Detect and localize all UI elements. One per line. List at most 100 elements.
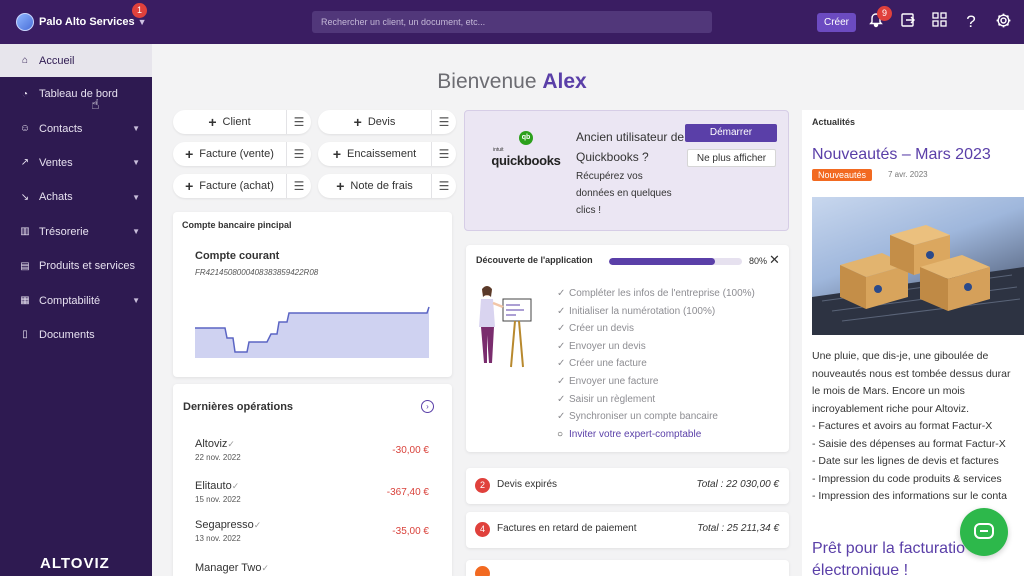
trend-up-icon: ↗ [20,157,30,169]
notification-badge: 9 [877,6,892,21]
plus-icon: + [353,114,362,130]
checklist-label: Créer un devis [569,323,635,334]
chat-button[interactable] [960,508,1008,556]
bank-account-name[interactable]: Compte courant [195,250,279,262]
checklist-label: Compléter les infos de l'entreprise (100… [569,288,755,299]
chevron-down-icon: ▼ [132,124,140,134]
news-line: - Saisie des dépenses au format Factur-X [812,437,1006,450]
sidebar-item-accueil[interactable]: ⌂ Accueil [0,44,152,77]
alert-label: Devis expirés [497,479,558,490]
cart-icon: ▤ [20,260,30,272]
help-icon[interactable]: ? [961,12,981,32]
list-icon[interactable]: ☰ [287,115,311,129]
checklist-item[interactable]: ✓ Saisir un règlement [557,394,655,405]
add-devis-button[interactable]: + Devis [318,110,432,134]
add-encaissement-button[interactable]: + Encaissement [318,142,432,166]
check-icon: ✓ [557,411,566,422]
search-input[interactable] [312,11,712,33]
checklist-item[interactable]: ✓ Créer un devis [557,323,634,334]
chevron-down-icon: ▼ [132,192,140,202]
next-news-line: Prêt pour la facturatio [812,540,965,557]
check-icon: ✓ [557,306,566,317]
sidebar-item-produits-et-services[interactable]: ▤ Produits et services [0,249,152,283]
parcels-on-laptop-illustration [812,225,1024,335]
arrow-right-icon[interactable]: › [421,400,434,413]
company-logo-icon [16,13,34,31]
table-row[interactable]: Elitauto✓ 15 nov. 2022 -367,40 € [195,480,429,516]
circle-icon: ○ [557,429,564,440]
operation-amount: -367,40 € [386,487,429,498]
add-client-button[interactable]: + Client [173,110,287,134]
checklist-item[interactable]: ✓ Créer une facture [557,358,647,369]
checklist-item[interactable]: ✓ Envoyer un devis [557,341,646,352]
check-icon: ✓ [557,288,566,299]
sidebar-item-documents[interactable]: ▯ Documents [0,318,152,352]
company-name: Palo Alto Services [39,16,135,28]
check-icon: ✓ [231,481,240,491]
alert-partial[interactable] [466,560,789,576]
checklist-item[interactable]: ✓ Synchroniser un compte bancaire [557,411,718,422]
check-icon: ✓ [227,439,235,449]
checklist-item[interactable]: ○ Inviter votre expert-comptable [557,429,701,440]
sidebar-item-label: Documents [39,328,95,341]
table-row[interactable]: Manager Two✓ [195,562,429,576]
close-icon[interactable]: ✕ [769,252,780,268]
list-icon[interactable]: ☰ [432,115,456,129]
news-panel: Actualités Nouveautés – Mars 2023 Nouvea… [802,110,1024,576]
gear-icon[interactable] [993,12,1013,32]
create-button[interactable]: Créer [817,13,856,32]
quick-action-encaissement: + Encaissement ☰ [318,142,456,166]
hide-quickbooks-button[interactable]: Ne plus afficher [687,149,776,167]
progress-fill [609,258,716,265]
company-switcher[interactable]: Palo Alto Services ▼ 1 [0,0,152,44]
operations-title: Dernières opérations [183,401,294,413]
list-icon[interactable]: ☰ [287,147,311,161]
table-row[interactable]: Segapresso✓ 13 nov. 2022 -35,00 € [195,519,429,555]
checklist-item[interactable]: ✓ Envoyer une facture [557,376,659,387]
start-import-button[interactable]: Démarrer [685,124,777,142]
alert-count-badge: 4 [475,522,490,537]
quick-action-client: + Client ☰ [173,110,311,134]
list-icon[interactable]: ☰ [287,179,311,193]
quick-action-note-de-frais: + Note de frais ☰ [318,174,456,198]
list-icon[interactable]: ☰ [432,179,456,193]
quick-action-label: Devis [367,116,396,128]
alert-total: Total : 25 211,34 € [697,523,779,534]
next-news-line: électronique ! [812,562,909,576]
plus-icon: + [332,146,342,162]
sidebar-item-label: Tableau de bord [39,88,118,101]
add-facture-vente-button[interactable]: + Facture (vente) [173,142,287,166]
check-icon: ✓ [557,358,566,369]
add-note-de-frais-button[interactable]: + Note de frais [318,174,432,198]
alert-factures-retard[interactable]: 4 Factures en retard de paiement Total :… [466,512,789,548]
logout-icon[interactable] [898,12,918,32]
bank-icon: ▥ [20,226,30,238]
quickbooks-question: Ancien utilisateur de Quickbooks ? [576,130,685,164]
sidebar-item-label: Comptabilité [39,294,101,307]
news-line: - Impression du code produits & services [812,472,1002,485]
checklist-item[interactable]: ✓ Compléter les infos de l'entreprise (10… [557,288,755,299]
sidebar-item-comptabilite[interactable]: ▦ Comptabilité ▼ [0,283,152,317]
quick-action-label: Facture (achat) [199,180,274,192]
checklist-label: Créer une facture [569,358,647,369]
sidebar-item-tresorerie[interactable]: ▥ Trésorerie ▼ [0,215,152,249]
sidebar-item-label: Trésorerie [39,225,89,238]
checklist-item[interactable]: ✓ Initialiser la numérotation (100%) [557,306,715,317]
sidebar-item-contacts[interactable]: ☺ Contacts ▼ [0,111,152,145]
sidebar-item-tableau-de-bord[interactable]: ◔ Tableau de bord [0,77,152,111]
discovery-progress-bar [609,258,742,265]
apps-grid-icon[interactable] [929,12,949,32]
add-facture-achat-button[interactable]: + Facture (achat) [173,174,287,198]
user-icon: ☺ [19,123,31,135]
list-icon[interactable]: ☰ [432,147,456,161]
discovery-title: Découverte de l'application [476,255,593,265]
sidebar-item-ventes[interactable]: ↗ Ventes ▼ [0,146,152,180]
sidebar-item-label: Contacts [39,122,83,135]
news-title[interactable]: Nouveautés – Mars 2023 [812,146,991,164]
home-icon: ⌂ [21,55,29,66]
table-row[interactable]: Altoviz✓ 22 nov. 2022 -30,00 € [195,438,429,474]
alert-devis-expires[interactable]: 2 Devis expirés Total : 22 030,00 € [466,468,789,504]
sidebar-item-achats[interactable]: ↘ Achats ▼ [0,180,152,214]
progress-label: 80% [749,256,768,266]
next-news-title[interactable]: Prêt pour la facturatio électronique ! [812,538,965,576]
